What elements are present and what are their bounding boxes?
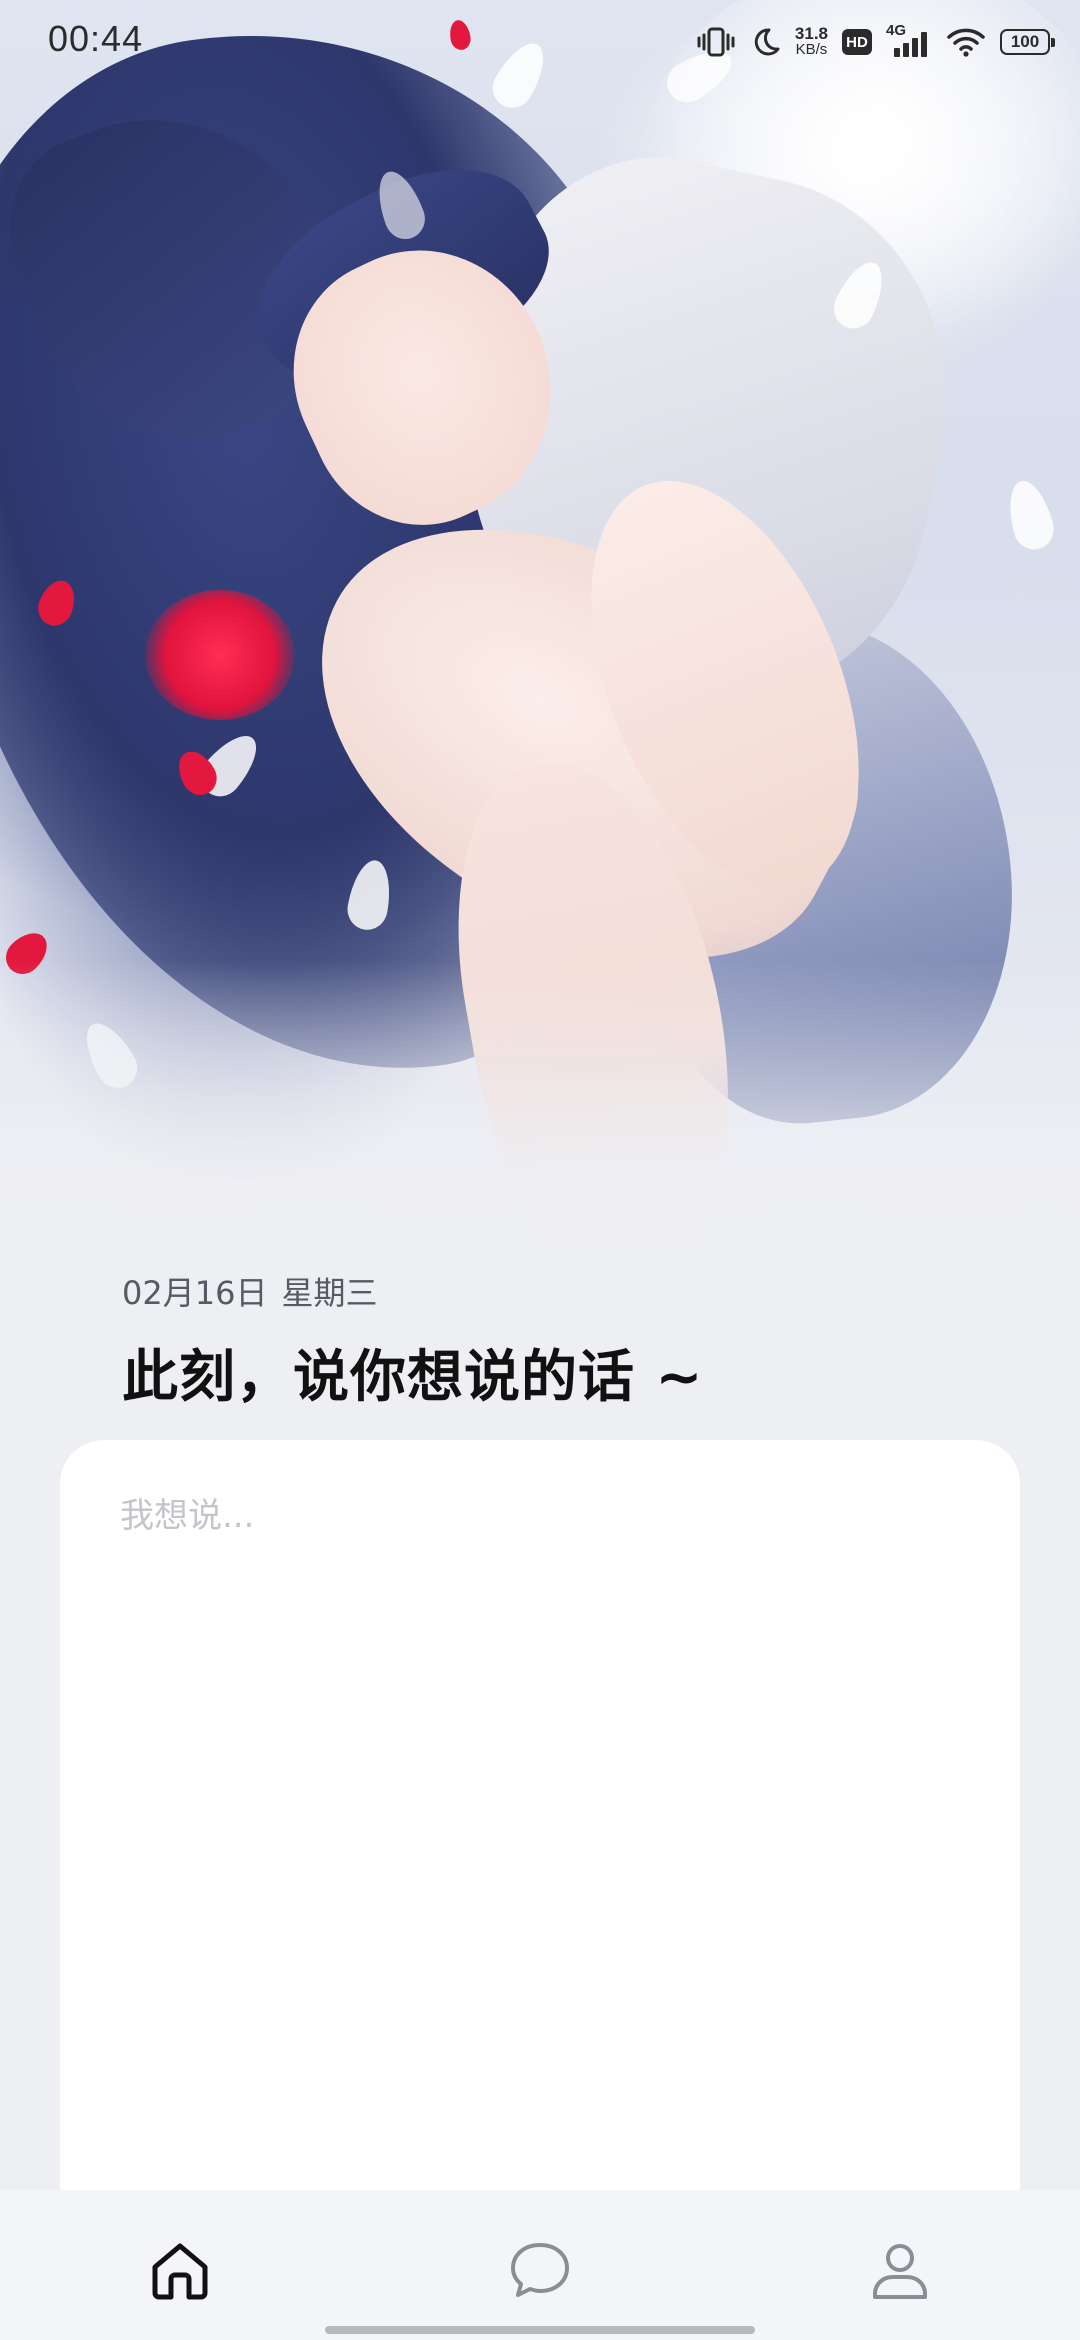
- date-line: 02月16日 星期三: [122, 1268, 377, 1314]
- status-time: 00:44: [48, 18, 144, 59]
- battery-level: 100: [1010, 32, 1040, 51]
- nav-home-button[interactable]: [140, 2230, 220, 2310]
- weekday-text: 星期三: [281, 1274, 378, 1312]
- composer-card: [60, 1440, 1020, 2200]
- hero-illustration: [0, 0, 1080, 1330]
- home-indicator[interactable]: [325, 2326, 755, 2334]
- battery-icon: 100: [1000, 29, 1055, 55]
- moon-icon: [749, 26, 781, 58]
- status-bar: 00:44 31.8 KB/s HD 4G 100: [0, 0, 1080, 86]
- status-icons: 31.8 KB/s HD 4G 100: [697, 18, 1055, 66]
- signal-4g-icon: 4G: [886, 22, 932, 60]
- bottom-nav: [0, 2190, 1080, 2340]
- vibrate-icon: [697, 25, 735, 59]
- nav-chat-button[interactable]: [500, 2230, 580, 2310]
- date-text: 02月16日: [122, 1274, 268, 1312]
- home-icon: [152, 2243, 208, 2300]
- message-input[interactable]: [120, 1488, 960, 2148]
- nav-profile-button[interactable]: [860, 2230, 940, 2310]
- app-screen: 00:44 31.8 KB/s HD 4G 100 02月16日 星期三 此刻，…: [0, 0, 1080, 2340]
- network-speed: 31.8 KB/s: [794, 24, 828, 58]
- wifi-icon: [946, 26, 986, 58]
- page-headline: 此刻，说你想说的话 ~: [122, 1345, 704, 1410]
- profile-icon: [873, 2244, 927, 2299]
- hd-icon: HD: [842, 29, 872, 55]
- network-speed-unit: KB/s: [795, 41, 828, 58]
- chat-icon: [511, 2243, 569, 2297]
- network-speed-value: 31.8: [794, 24, 828, 43]
